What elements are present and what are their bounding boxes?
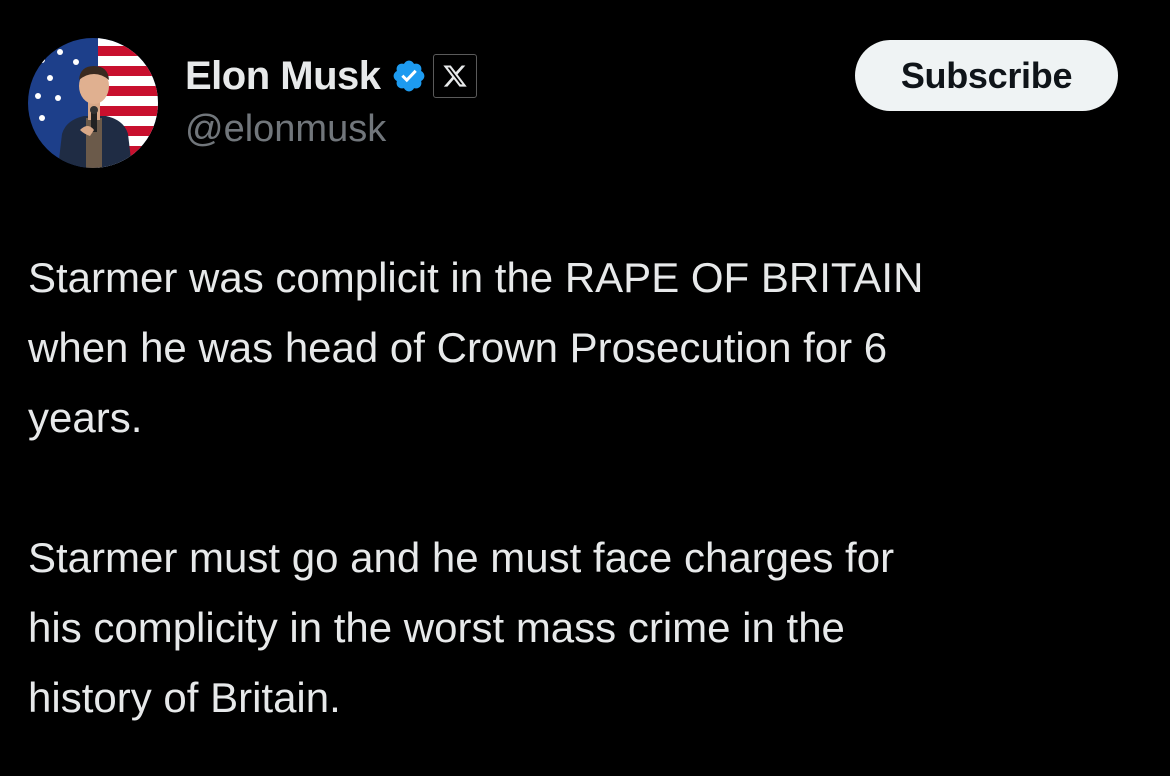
author-name[interactable]: Elon Musk — [185, 54, 381, 99]
x-logo-icon[interactable] — [432, 54, 477, 98]
tweet-paragraph: Starmer was complicit in the RAPE OF BRI… — [28, 243, 1148, 453]
author-handle[interactable]: @elonmusk — [185, 108, 386, 151]
tweet-line: when he was head of Crown Prosecution fo… — [28, 324, 888, 371]
author-avatar[interactable] — [28, 38, 158, 168]
tweet-line: Starmer must go and he must face charges… — [28, 534, 895, 581]
tweet-line: his complicity in the worst mass crime i… — [28, 604, 845, 651]
tweet-line: history of Britain. — [28, 674, 341, 721]
tweet-line: Starmer was complicit in the RAPE OF BRI… — [28, 254, 924, 301]
tweet-paragraph: Starmer must go and he must face charges… — [28, 523, 1148, 733]
author-name-row: Elon Musk — [185, 50, 477, 102]
tweet-line: years. — [28, 394, 143, 441]
verified-badge-icon — [391, 58, 427, 94]
subscribe-button[interactable]: Subscribe — [855, 40, 1118, 111]
tweet-card: Elon Musk @elonmusk Subscribe Starmer wa… — [0, 0, 1170, 776]
tweet-text: Starmer was complicit in the RAPE OF BRI… — [28, 243, 1148, 733]
avatar-image — [28, 38, 158, 168]
